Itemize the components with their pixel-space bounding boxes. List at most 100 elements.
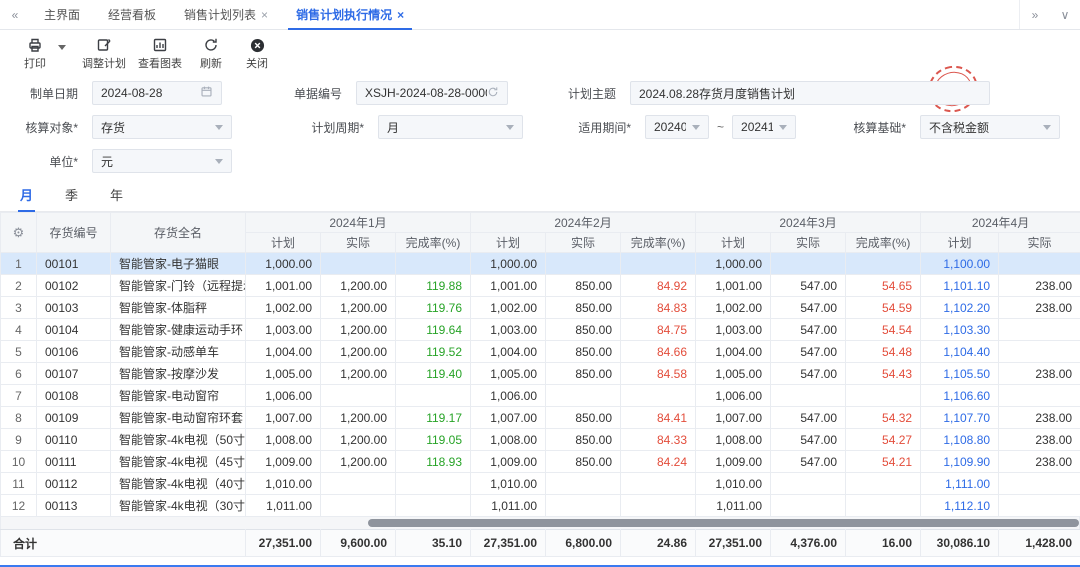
account-object-value: 存货 (101, 119, 209, 136)
sub-header-rate: 完成率(%) (621, 233, 696, 253)
gear-icon[interactable]: ⚙ (13, 225, 25, 240)
cell-value: 1,011.00 (696, 495, 771, 517)
cell-value: 54.59 (846, 297, 921, 319)
item-code: 00113 (37, 495, 111, 517)
chevron-down-icon (215, 159, 223, 164)
doc-no-field[interactable]: XSJH-2024-08-28-00005 (356, 81, 508, 105)
cell-value: 54.43 (846, 363, 921, 385)
tab-main[interactable]: 主界面 (30, 0, 94, 29)
plan-subject-field[interactable]: 2024.08.28存货月度销售计划 (630, 81, 990, 105)
cell-value: 1,111.00 (921, 473, 999, 495)
calendar-icon[interactable] (200, 85, 213, 101)
horizontal-scrollbar[interactable] (0, 517, 1080, 529)
tab-dashboard[interactable]: 经营看板 (94, 0, 170, 29)
total-cell-value: 30,086.10 (921, 530, 999, 557)
period-tab-quarter[interactable]: 季 (63, 185, 80, 211)
sub-header-actual: 实际 (321, 233, 396, 253)
refresh-button[interactable]: 刷新 (188, 34, 234, 74)
table-row[interactable]: 100101智能管家-电子猫眼1,000.001,000.001,000.001… (1, 253, 1080, 275)
scrollbar-thumb[interactable] (368, 519, 1079, 527)
cell-value: 54.54 (846, 319, 921, 341)
print-dropdown-icon[interactable] (58, 45, 66, 50)
tabs-scroll-right-icon[interactable]: » (1020, 8, 1050, 22)
cell-value: 119.76 (396, 297, 471, 319)
cell-value: 1,000.00 (246, 253, 321, 275)
print-button[interactable]: 打印 (12, 34, 58, 74)
cell-value: 1,010.00 (696, 473, 771, 495)
cell-value (846, 473, 921, 495)
account-basis-label: 核算基础* (838, 119, 906, 136)
cell-value: 119.17 (396, 407, 471, 429)
tab-sales-plan-execution[interactable]: 销售计划执行情况 × (282, 0, 418, 29)
item-code: 00110 (37, 429, 111, 451)
total-cell-value: 9,600.00 (321, 530, 396, 557)
table-row[interactable]: 1100112智能管家-4k电视（40寸）1,010.001,010.001,0… (1, 473, 1080, 495)
close-label: 关闭 (246, 55, 268, 71)
period-from-select[interactable]: 202401 (645, 115, 709, 139)
cell-value: 1,008.00 (696, 429, 771, 451)
cell-value: 1,200.00 (321, 363, 396, 385)
chevron-down-icon (692, 125, 700, 130)
refresh-icon (203, 37, 219, 53)
cell-value: 850.00 (546, 429, 621, 451)
item-code: 00111 (37, 451, 111, 473)
account-basis-value: 不含税金额 (929, 119, 1037, 136)
cell-value: 850.00 (546, 297, 621, 319)
cell-value: 84.33 (621, 429, 696, 451)
period-tab-bar: 月 季 年 (0, 182, 1080, 212)
period-from-value: 202401 (654, 120, 686, 134)
tab-sales-plan-list[interactable]: 销售计划列表 × (170, 0, 282, 29)
cell-value: 1,001.00 (246, 275, 321, 297)
item-name: 智能管家-4k电视（30寸） (111, 495, 246, 517)
view-chart-button[interactable]: 查看图表 (132, 34, 188, 74)
row-index: 8 (1, 407, 37, 429)
adjust-plan-button[interactable]: 调整计划 (76, 34, 132, 74)
table-row[interactable]: 200102智能管家-门铃（远程提示）1,001.001,200.00119.8… (1, 275, 1080, 297)
cell-value: 84.41 (621, 407, 696, 429)
regenerate-icon[interactable] (487, 86, 499, 101)
period-tab-year[interactable]: 年 (108, 185, 125, 211)
cell-value (396, 495, 471, 517)
table-row[interactable]: 1000111智能管家-4k电视（45寸）1,009.001,200.00118… (1, 451, 1080, 473)
tabs-list-dropdown-icon[interactable]: ∨ (1050, 8, 1080, 22)
item-code: 00103 (37, 297, 111, 319)
cell-value: 850.00 (546, 341, 621, 363)
cell-value: 1,002.00 (471, 297, 546, 319)
cell-value (771, 495, 846, 517)
table-row[interactable]: 900110智能管家-4k电视（50寸）1,008.001,200.00119.… (1, 429, 1080, 451)
table-row[interactable]: 600107智能管家-按摩沙发1,005.001,200.00119.401,0… (1, 363, 1080, 385)
cell-value: 84.75 (621, 319, 696, 341)
cell-value: 238.00 (999, 363, 1080, 385)
table-row[interactable]: 300103智能管家-体脂秤1,002.001,200.00119.761,00… (1, 297, 1080, 319)
unit-select[interactable]: 元 (92, 149, 232, 173)
print-label: 打印 (24, 55, 46, 71)
tabs-scroll-left-icon[interactable]: « (0, 0, 30, 29)
item-code: 00102 (37, 275, 111, 297)
table-row[interactable]: 400104智能管家-健康运动手环1,003.001,200.00119.641… (1, 319, 1080, 341)
table-row[interactable]: 1200113智能管家-4k电视（30寸）1,011.001,011.001,0… (1, 495, 1080, 517)
table-row[interactable]: 700108智能管家-电动窗帘1,006.001,006.001,006.001… (1, 385, 1080, 407)
cell-value: 119.05 (396, 429, 471, 451)
item-name: 智能管家-电子猫眼 (111, 253, 246, 275)
account-basis-select[interactable]: 不含税金额 (920, 115, 1060, 139)
cell-value: 119.88 (396, 275, 471, 297)
document-form: 制单日期 2024-08-28 单据编号 XSJH-2024-08-28-000… (0, 78, 1080, 182)
tab-close-icon[interactable]: × (261, 9, 268, 21)
doc-date-field[interactable]: 2024-08-28 (92, 81, 222, 105)
close-button[interactable]: 关闭 (234, 34, 280, 74)
item-name: 智能管家-电动窗帘 (111, 385, 246, 407)
period-tab-month[interactable]: 月 (18, 185, 35, 211)
tab-close-icon[interactable]: × (397, 9, 404, 21)
period-to-select[interactable]: 202412 (732, 115, 796, 139)
cell-value: 238.00 (999, 451, 1080, 473)
cell-value (771, 253, 846, 275)
cell-value: 1,002.00 (246, 297, 321, 319)
table-row[interactable]: 800109智能管家-电动窗帘环套1,007.001,200.00119.171… (1, 407, 1080, 429)
cell-value: 119.40 (396, 363, 471, 385)
table-row[interactable]: 500106智能管家-动感单车1,004.001,200.00119.521,0… (1, 341, 1080, 363)
cell-value (999, 495, 1080, 517)
column-settings-cell[interactable]: ⚙ (1, 213, 37, 253)
plan-cycle-select[interactable]: 月 (378, 115, 523, 139)
item-code: 00108 (37, 385, 111, 407)
account-object-select[interactable]: 存货 (92, 115, 232, 139)
